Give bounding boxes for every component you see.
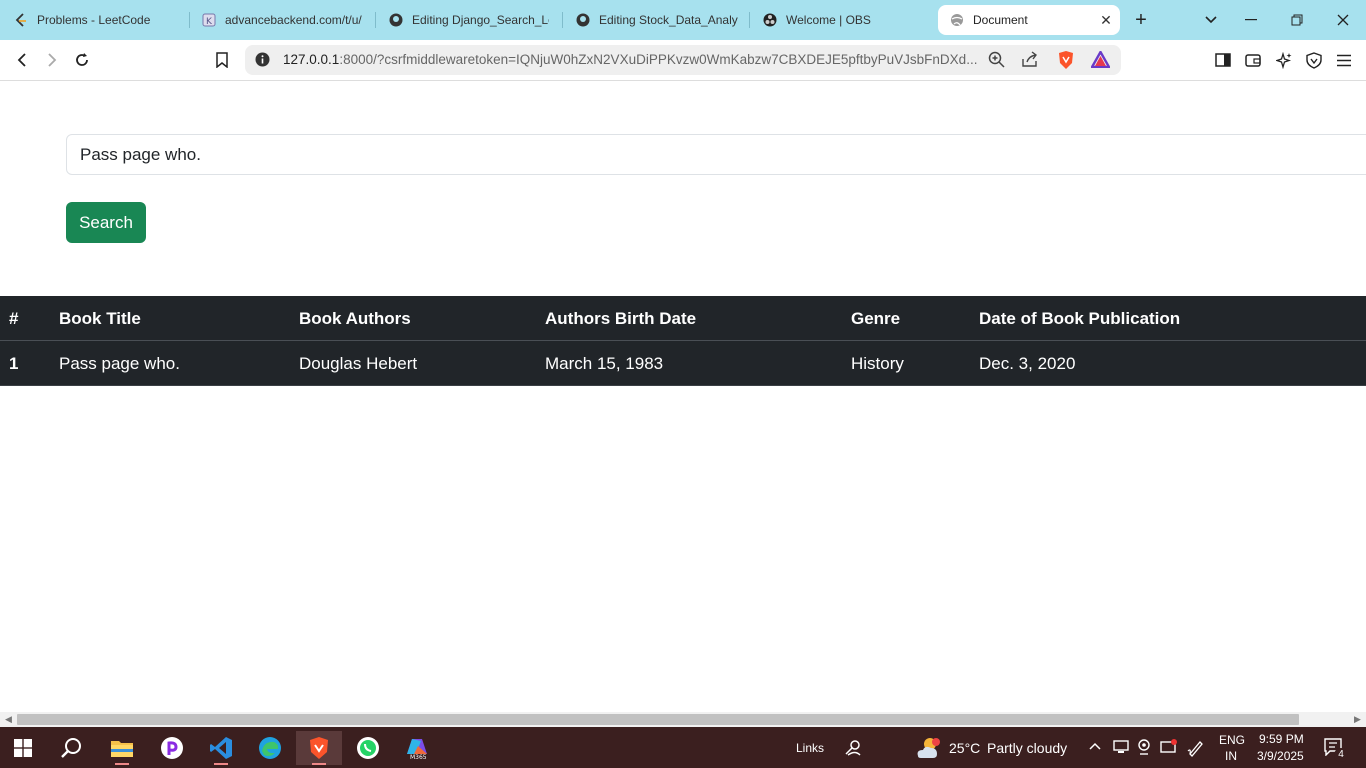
tab-separator xyxy=(375,12,376,28)
search-icon[interactable] xyxy=(55,731,89,765)
running-indicator xyxy=(312,763,326,765)
zoom-icon[interactable] xyxy=(988,51,1005,73)
tab-separator xyxy=(189,12,190,28)
svg-text:M365: M365 xyxy=(410,754,427,760)
brave-rewards-icon[interactable] xyxy=(1089,49,1112,73)
leetcode-icon xyxy=(14,13,28,27)
forward-icon[interactable] xyxy=(40,48,64,72)
running-indicator xyxy=(214,763,228,765)
picsart-icon[interactable] xyxy=(155,731,189,765)
cell-book-authors: Douglas Hebert xyxy=(299,354,418,373)
wallet-icon[interactable] xyxy=(1241,48,1265,72)
windows-taskbar: M365 Links 25°C Partly cloudy ENG IN 9:5… xyxy=(0,727,1366,768)
reload-icon[interactable] xyxy=(70,48,94,72)
header-publication-date: Date of Book Publication xyxy=(979,309,1181,328)
cell-authors-birth-date: March 15, 1983 xyxy=(545,354,664,373)
clock-time[interactable]: 9:59 PM xyxy=(1259,732,1304,746)
weather-icon[interactable] xyxy=(912,731,946,765)
back-icon[interactable] xyxy=(10,48,34,72)
whatsapp-icon[interactable] xyxy=(351,731,385,765)
obs-icon xyxy=(763,13,777,27)
header-book-authors: Book Authors xyxy=(299,309,411,328)
search-button[interactable]: Search xyxy=(66,202,146,243)
results-table: # Book Title Book Authors Authors Birth … xyxy=(0,296,1366,386)
search-input[interactable] xyxy=(66,134,1366,175)
weather-description[interactable]: Partly cloudy xyxy=(987,740,1067,756)
links-toolbar-label[interactable]: Links xyxy=(796,741,824,755)
brave-browser-icon[interactable] xyxy=(296,731,342,765)
tab-separator xyxy=(562,12,563,28)
windows-start-icon[interactable] xyxy=(6,731,40,765)
webcam-icon[interactable] xyxy=(1137,739,1151,758)
tab-advancebackend[interactable]: K advancebackend.com/t/u/ xyxy=(202,5,364,35)
tab-github-stock[interactable]: Editing Stock_Data_Analys xyxy=(576,5,738,35)
clock-date[interactable]: 3/9/2025 xyxy=(1257,749,1304,763)
scroll-left-icon[interactable]: ◀ xyxy=(5,714,12,725)
table-row: 1 Pass page who. Douglas Hebert March 15… xyxy=(0,341,1366,386)
weather-temperature[interactable]: 25°C xyxy=(949,740,980,756)
tray-chevron-up-icon[interactable] xyxy=(1089,737,1101,753)
tab-close-icon[interactable]: ✕ xyxy=(1098,12,1114,28)
scroll-right-icon[interactable]: ▶ xyxy=(1354,714,1361,725)
new-tab-icon[interactable]: + xyxy=(1129,8,1153,32)
language-indicator-top[interactable]: ENG xyxy=(1219,733,1245,747)
tab-github-django[interactable]: Editing Django_Search_Lo xyxy=(389,5,549,35)
header-genre: Genre xyxy=(851,309,901,328)
running-indicator xyxy=(115,763,129,765)
tab-search-icon[interactable] xyxy=(1199,8,1223,32)
network-icon[interactable] xyxy=(1113,740,1129,757)
people-search-icon[interactable] xyxy=(836,731,870,765)
sidebar-icon[interactable] xyxy=(1211,48,1235,72)
github-icon xyxy=(389,13,403,27)
minimize-icon[interactable] xyxy=(1239,8,1263,32)
tab-separator xyxy=(749,12,750,28)
cell-genre: History xyxy=(851,354,904,373)
github-icon xyxy=(576,13,590,27)
browser-tab-bar: Problems - LeetCode K advancebackend.com… xyxy=(0,0,1366,40)
pen-icon[interactable] xyxy=(1187,739,1205,760)
table-header-row: # Book Title Book Authors Authors Birth … xyxy=(0,296,1366,341)
scrollbar-thumb[interactable] xyxy=(17,714,1299,725)
brave-shields-icon[interactable] xyxy=(1057,50,1075,75)
language-indicator-bottom[interactable]: IN xyxy=(1225,749,1237,763)
vscode-icon[interactable] xyxy=(204,731,238,765)
tab-obs[interactable]: Welcome | OBS xyxy=(763,5,923,35)
url-text: 127.0.0.1:8000/?csrfmiddlewaretoken=IQNj… xyxy=(283,52,978,67)
header-authors-birth-date: Authors Birth Date xyxy=(545,309,697,328)
bookmark-icon[interactable] xyxy=(210,48,234,72)
header-index: # xyxy=(9,309,19,328)
browser-toolbar: 127.0.0.1:8000/?csrfmiddlewaretoken=IQNj… xyxy=(0,40,1366,81)
tab-document[interactable]: Document ✕ xyxy=(938,5,1120,35)
advancebackend-icon: K xyxy=(202,13,216,27)
leo-ai-icon[interactable] xyxy=(1272,48,1296,72)
notification-count-badge: 4 xyxy=(1334,748,1348,762)
tab-leetcode[interactable]: Problems - LeetCode xyxy=(14,5,184,35)
file-explorer-icon[interactable] xyxy=(105,731,139,765)
address-bar[interactable]: 127.0.0.1:8000/?csrfmiddlewaretoken=IQNj… xyxy=(245,45,1121,75)
site-info-icon[interactable] xyxy=(255,52,270,72)
microsoft365-icon[interactable]: M365 xyxy=(400,731,434,765)
vpn-shield-icon[interactable] xyxy=(1302,48,1326,72)
share-icon[interactable] xyxy=(1021,51,1038,73)
cell-publication-date: Dec. 3, 2020 xyxy=(979,354,1076,373)
header-book-title: Book Title xyxy=(59,309,141,328)
edge-icon[interactable] xyxy=(253,731,287,765)
cell-book-title: Pass page who. xyxy=(59,354,180,373)
globe-icon xyxy=(950,13,964,27)
menu-icon[interactable] xyxy=(1332,48,1356,72)
close-window-icon[interactable] xyxy=(1331,8,1355,32)
restore-icon[interactable] xyxy=(1285,8,1309,32)
page-content: Search # Book Title Book Authors Authors… xyxy=(0,81,1366,712)
horizontal-scrollbar[interactable]: ◀ ▶ xyxy=(0,712,1366,727)
cell-index: 1 xyxy=(9,354,19,373)
device-notification-icon[interactable] xyxy=(1160,739,1178,758)
